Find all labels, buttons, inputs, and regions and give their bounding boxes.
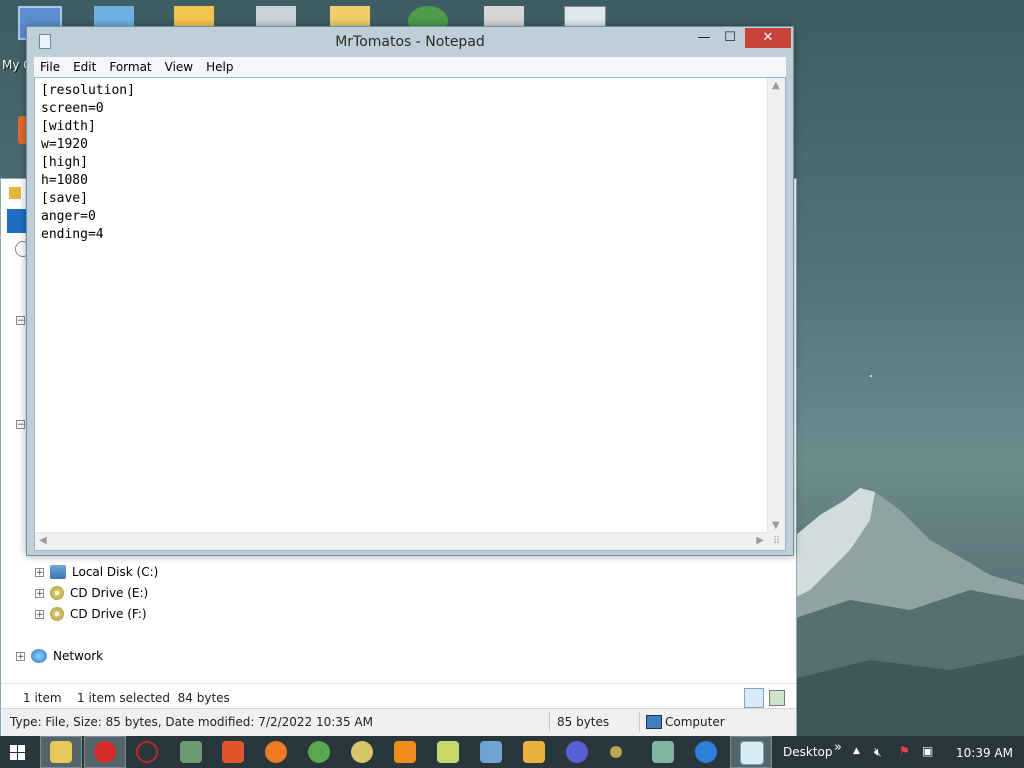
document-text[interactable]: [resolution] screen=0 [width] w=1920 [hi… (41, 82, 135, 244)
expand-toggle[interactable]: + (16, 651, 25, 661)
brave-icon[interactable] (222, 741, 244, 763)
network-status-icon[interactable]: ▣ (922, 744, 933, 758)
menu-bar: File Edit Format View Help (34, 57, 786, 77)
media-player-icon[interactable] (523, 741, 545, 763)
toolbar-overflow-icon[interactable]: » (834, 740, 842, 755)
item-count: 1 item (23, 691, 62, 705)
location-label: Computer (665, 715, 725, 729)
resize-grip-icon[interactable]: ⠿ (768, 533, 785, 550)
menu-format[interactable]: Format (103, 60, 158, 74)
tree-item-label: Network (53, 649, 104, 663)
minimize-button[interactable]: — (691, 28, 717, 48)
tree-item-local-disk[interactable]: + Local Disk (C:) (35, 565, 158, 579)
text-editor[interactable]: [resolution] screen=0 [width] w=1920 [hi… (34, 77, 786, 551)
maximize-button[interactable]: ☐ (717, 28, 743, 48)
scroll-down-arrow-icon[interactable]: ▼ (772, 520, 780, 531)
clock[interactable]: 10:39 AM (956, 746, 1013, 760)
scroll-left-arrow-icon[interactable]: ◀ (39, 535, 47, 546)
close-button[interactable]: ✕ (745, 28, 791, 48)
show-hidden-icons-icon[interactable]: ▲ (853, 746, 860, 756)
scroll-up-arrow-icon[interactable]: ▲ (772, 80, 780, 91)
collapse-toggle[interactable]: − (16, 420, 25, 430)
windows-start-icon[interactable] (10, 745, 25, 760)
notepad-window: MrTomatos - Notepad — ☐ ✕ File Edit Form… (26, 26, 794, 556)
vlc-icon[interactable] (394, 741, 416, 763)
collapse-toggle[interactable]: − (16, 316, 25, 326)
hard-disk-icon (50, 565, 66, 579)
details-view-button[interactable] (744, 688, 764, 708)
cd-drive-icon (50, 607, 64, 621)
large-icons-view-button[interactable] (769, 690, 785, 706)
separator (639, 712, 640, 732)
taskbar: Desktop » ▲ 🔇︎ ⚑ ▣ 10:39 AM (0, 736, 1024, 768)
file-explorer-icon[interactable] (50, 741, 72, 763)
mountain-wallpaper (790, 488, 1024, 740)
file-details: Type: File, Size: 85 bytes, Date modifie… (10, 715, 373, 729)
opera-gx-icon[interactable] (136, 741, 158, 763)
computer-icon (646, 715, 662, 729)
explorer-selected-strip (7, 209, 27, 233)
selection-info: 1 item selected 84 bytes (77, 691, 230, 705)
explorer-folder-icon (9, 187, 21, 199)
file-size: 85 bytes (557, 715, 610, 729)
opera-icon[interactable] (94, 741, 116, 763)
menu-file[interactable]: File (34, 60, 67, 74)
expand-toggle[interactable]: + (35, 567, 44, 577)
window-title: MrTomatos - Notepad (335, 34, 485, 50)
firefox-icon[interactable] (265, 741, 287, 763)
notes-app-icon[interactable] (437, 741, 459, 763)
expand-toggle[interactable]: + (35, 588, 44, 598)
menu-view[interactable]: View (159, 60, 200, 74)
thunderbird-icon[interactable] (695, 741, 717, 763)
menu-edit[interactable]: Edit (67, 60, 103, 74)
globe-app-icon[interactable] (308, 741, 330, 763)
notepad-icon[interactable] (740, 741, 764, 765)
tree-item-cd-drive-e[interactable]: + CD Drive (E:) (35, 586, 148, 600)
tree-item-label: Local Disk (C:) (72, 565, 159, 579)
tree-item-network[interactable]: + Network (16, 649, 103, 663)
action-center-flag-icon[interactable]: ⚑ (899, 744, 910, 758)
disc-app-icon[interactable] (351, 741, 373, 763)
menu-help[interactable]: Help (200, 60, 240, 74)
explorer-details-bar: Type: File, Size: 85 bytes, Date modifie… (1, 708, 796, 736)
vertical-scrollbar[interactable]: ▲ ▼ (767, 78, 785, 533)
scroll-right-arrow-icon[interactable]: ▶ (756, 535, 764, 546)
horizontal-scrollbar[interactable]: ◀ ▶ (35, 532, 768, 550)
title-bar[interactable]: MrTomatos - Notepad — ☐ ✕ (27, 27, 793, 57)
remote-desktop-icon[interactable] (480, 741, 502, 763)
volume-muted-icon[interactable]: 🔇︎ (874, 745, 882, 760)
tree-item-label: CD Drive (E:) (70, 586, 149, 600)
monitor-app-icon[interactable] (180, 741, 202, 763)
cd-drive-icon (50, 586, 64, 600)
settings-gear-icon[interactable] (566, 741, 588, 763)
tool-app-icon[interactable] (652, 741, 674, 763)
tree-item-label: CD Drive (F:) (70, 607, 147, 621)
network-icon (31, 649, 47, 663)
expand-toggle[interactable]: + (35, 609, 44, 619)
star (870, 375, 872, 377)
desktop-toolbar-label[interactable]: Desktop (783, 745, 833, 759)
tree-item-cd-drive-f[interactable]: + CD Drive (F:) (35, 607, 147, 621)
orb-app-icon[interactable] (610, 746, 622, 758)
separator (549, 712, 550, 732)
